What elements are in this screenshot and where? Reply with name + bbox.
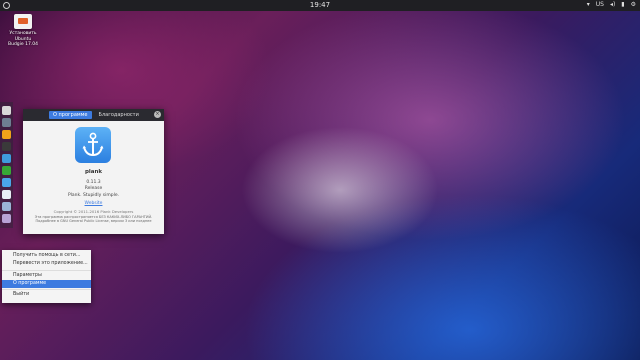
app-release: Release	[84, 186, 103, 191]
menu-item-help-online[interactable]: Получить помощь в сети...	[2, 252, 91, 260]
menu-separator	[2, 289, 91, 291]
battery-icon[interactable]: ▮	[621, 1, 624, 8]
menu-item-translate[interactable]: Перевести это приложение...	[2, 260, 91, 268]
dock-terminal-icon[interactable]	[2, 190, 11, 199]
plank-anchor-icon	[75, 127, 111, 163]
app-name: plank	[84, 169, 103, 175]
dock-calc-icon[interactable]	[2, 166, 11, 175]
dock-context-menu: Получить помощь в сети... Перевести это …	[2, 250, 91, 303]
license-line-2[interactable]: Подробнее в GNU General Public License, …	[29, 219, 158, 223]
installer-icon	[14, 14, 32, 29]
menu-separator	[2, 269, 91, 271]
menu-item-quit[interactable]: Выйти	[2, 291, 91, 299]
top-panel: 19:47 ▾ US ◂) ▮ ⚙	[0, 0, 640, 11]
app-description: Plank. Stupidly simple.	[67, 193, 120, 198]
volume-icon[interactable]: ◂)	[610, 1, 615, 8]
tab-credits[interactable]: Благодарности	[95, 111, 143, 119]
dock-music-icon[interactable]	[2, 142, 11, 151]
close-button[interactable]: ×	[154, 111, 161, 118]
dock-software-icon[interactable]	[2, 178, 11, 187]
about-dialog: О программе Благодарности × plank 0.11.3…	[23, 109, 164, 234]
install-ubuntu-desktop-icon[interactable]: Установить Ubuntu Budgie 17.04	[4, 14, 42, 48]
keyboard-layout[interactable]: US	[596, 1, 604, 8]
dock-rhythmbox-icon[interactable]	[2, 130, 11, 139]
about-tabs: О программе Благодарности	[49, 111, 143, 119]
app-license: Эта программа распространяется БЕЗ КАКИХ…	[23, 215, 164, 224]
website-link[interactable]: Website	[23, 201, 164, 206]
install-ubuntu-label: Установить Ubuntu Budgie 17.04	[8, 31, 38, 47]
panel-clock[interactable]: 19:47	[0, 1, 640, 9]
about-header: О программе Благодарности ×	[23, 109, 164, 121]
network-icon[interactable]: ▾	[587, 1, 590, 8]
menu-item-preferences[interactable]: Параметры	[2, 272, 91, 280]
system-tray: ▾ US ◂) ▮ ⚙	[587, 1, 636, 8]
tab-about[interactable]: О программе	[49, 111, 92, 119]
dock-chromium-icon[interactable]	[2, 106, 11, 115]
settings-icon[interactable]: ⚙	[631, 1, 636, 8]
dock-plank-icon[interactable]	[2, 214, 11, 223]
dock-files-icon[interactable]	[2, 118, 11, 127]
app-copyright: Copyright © 2011-2016 Plank Developers	[53, 209, 134, 214]
dock-settings-icon[interactable]	[2, 202, 11, 211]
menu-item-about[interactable]: О программе	[2, 279, 91, 289]
plank-dock	[0, 102, 13, 228]
app-version: 0.11.3	[86, 180, 101, 185]
dock-libreoffice-icon[interactable]	[2, 154, 11, 163]
